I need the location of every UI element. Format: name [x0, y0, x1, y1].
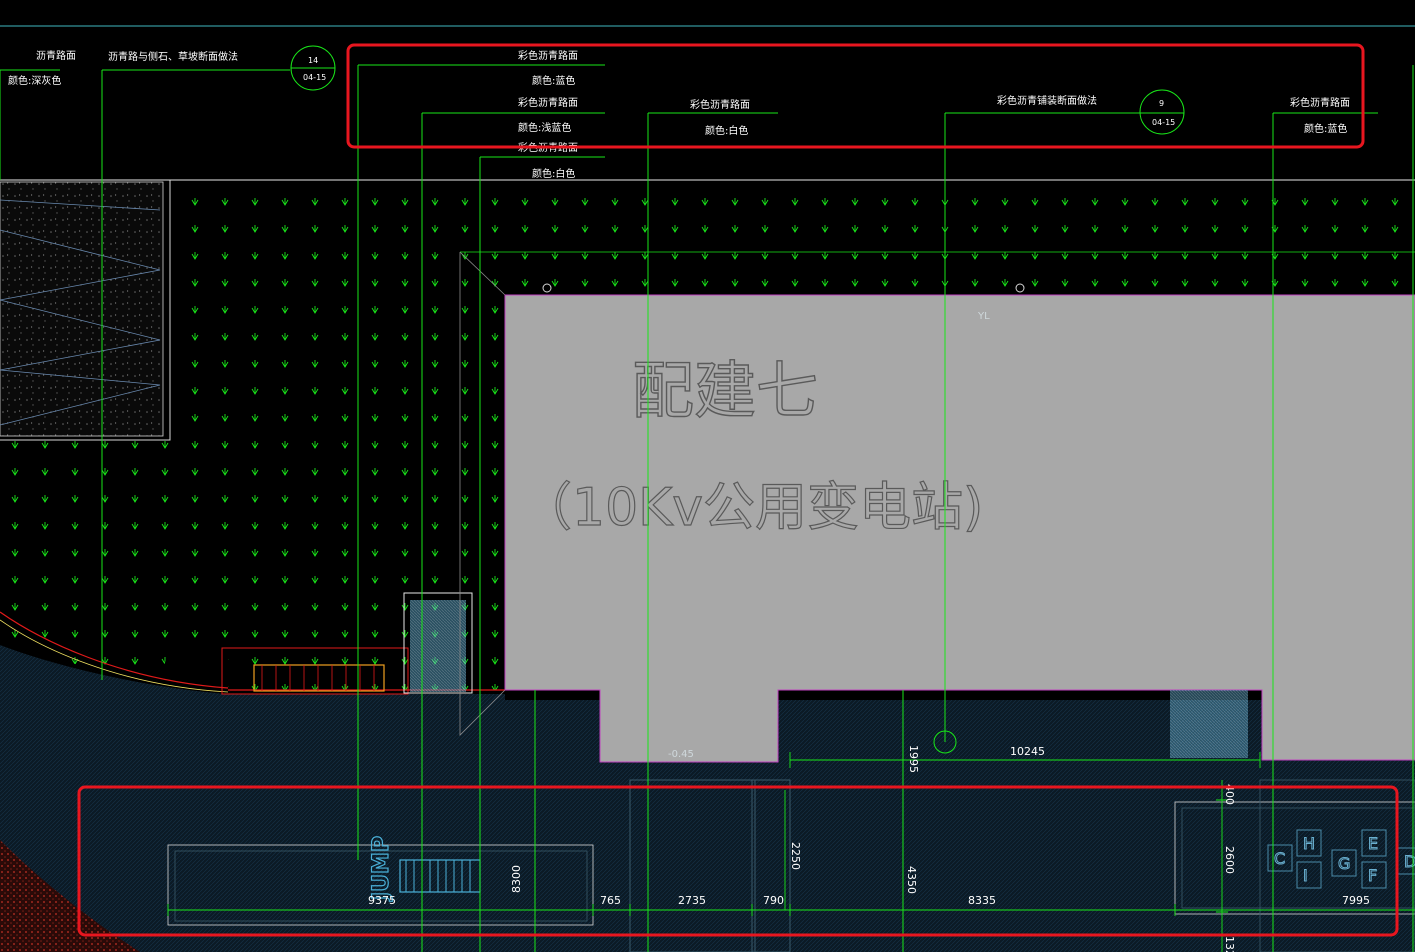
building-subtitle: （10Kv公用变电站)	[520, 478, 983, 538]
court-letter: E	[1368, 834, 1378, 853]
dim-10245: 10245	[1010, 745, 1045, 758]
note-color-asphalt-1: 彩色沥青路面	[518, 49, 578, 62]
note-color-asphalt-5: 彩色沥青路面	[1290, 96, 1350, 109]
substation-building: YL 配建七 （10Kv公用变电站) -0.45	[504, 283, 1415, 763]
dim-9375: 9375	[368, 894, 396, 907]
dim-8335: 8335	[968, 894, 996, 907]
dim-765: 765	[600, 894, 621, 907]
material-notes: 沥青路面 颜色:深灰色 沥青路与侧石、草坡断面做法 彩色沥青路面 颜色:蓝色 彩…	[8, 49, 1350, 180]
grid-label: YL	[977, 311, 990, 322]
court-letter: C	[1274, 849, 1285, 868]
dim-2250: 2250	[789, 842, 802, 870]
dim-8300: 8300	[510, 865, 523, 893]
dim-1995: 1995	[907, 745, 920, 773]
dim-7995: 7995	[1342, 894, 1370, 907]
callout-14-number: 14	[308, 56, 318, 65]
note-asphalt-color: 颜色:深灰色	[8, 74, 61, 87]
note-color-white-2: 颜色:白色	[705, 124, 748, 137]
note-color-blue-1: 颜色:蓝色	[532, 74, 575, 87]
note-color-lightblue: 颜色:浅蓝色	[518, 121, 571, 134]
callout-14-ref: 04-15	[303, 73, 326, 82]
note-color-asphalt-2: 彩色沥青路面	[518, 96, 578, 109]
note-color-blue-2: 颜色:蓝色	[1304, 122, 1347, 135]
elevation-label: -0.45	[668, 749, 694, 760]
highlight-box-notes	[346, 43, 1365, 149]
note-curb-section: 沥青路与侧石、草坡断面做法	[108, 50, 238, 63]
court-letter: H	[1303, 834, 1315, 853]
detail-callout-9[interactable]: 9 04-15	[1139, 89, 1185, 135]
dim-2735: 2735	[678, 894, 706, 907]
note-color-asphalt-4: 彩色沥青路面	[690, 98, 750, 111]
court-letter: G	[1338, 854, 1350, 873]
gravel-play-area	[0, 181, 164, 437]
callout-9-ref: 04-15	[1152, 118, 1175, 127]
building-title: 配建七	[632, 354, 818, 427]
dim-132: 132	[1223, 936, 1236, 952]
cad-drawing-canvas: YL 配建七 （10Kv公用变电站) -0.45 JUMP CHGIEFD 10…	[0, 25, 1415, 952]
dim-790: 790	[763, 894, 784, 907]
note-color-white-1: 颜色:白色	[532, 167, 575, 180]
detail-callout-14[interactable]: 14 04-15	[290, 45, 336, 91]
note-asphalt-title: 沥青路面	[36, 49, 76, 62]
dim-2600: 2600	[1223, 846, 1236, 874]
callout-9-number: 9	[1159, 99, 1164, 108]
court-letter: I	[1303, 866, 1308, 885]
jump-text: JUMP	[369, 836, 394, 902]
dim-4350: 4350	[905, 866, 918, 894]
court-letter: F	[1368, 866, 1377, 885]
note-color-asphalt-section: 彩色沥青铺装断面做法	[997, 94, 1097, 107]
